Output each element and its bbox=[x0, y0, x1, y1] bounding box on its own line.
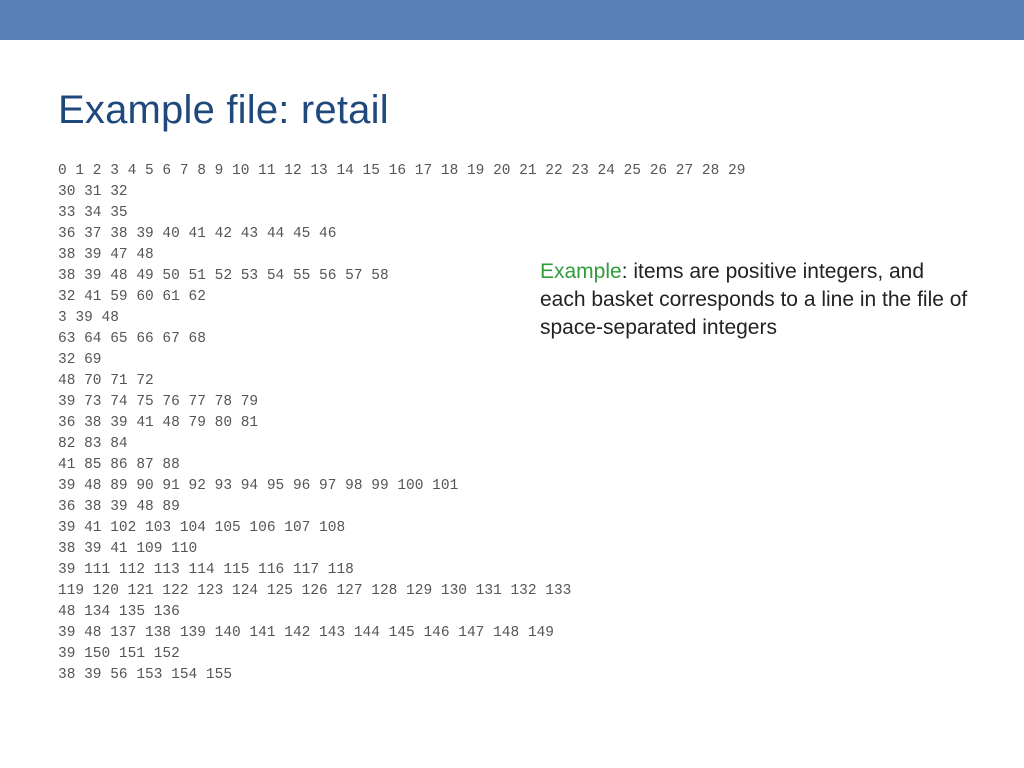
page-title: Example file: retail bbox=[58, 88, 966, 133]
slide-content: Example file: retail 0 1 2 3 4 5 6 7 8 9… bbox=[0, 40, 1024, 686]
caption: Example: items are positive integers, an… bbox=[540, 258, 970, 342]
caption-accent: Example bbox=[540, 260, 622, 283]
file-data-block: 0 1 2 3 4 5 6 7 8 9 10 11 12 13 14 15 16… bbox=[58, 161, 966, 686]
top-bar bbox=[0, 0, 1024, 40]
